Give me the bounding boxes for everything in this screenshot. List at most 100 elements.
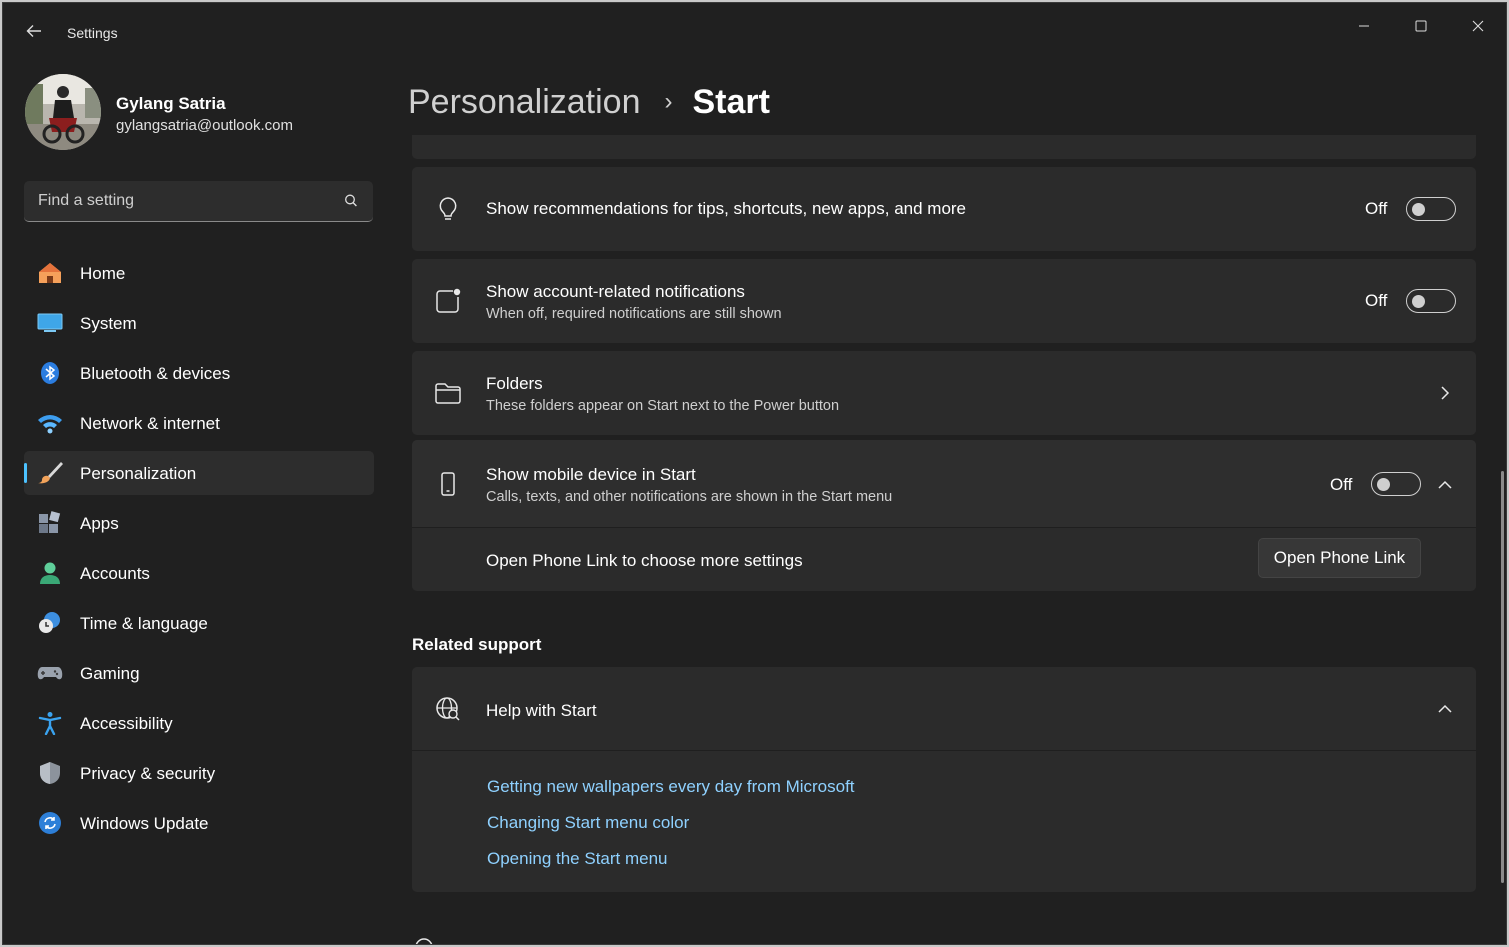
setting-title: Show recommendations for tips, shortcuts… [486, 199, 967, 218]
sidebar-nav: Home System Bluetooth & devices Network … [24, 251, 374, 851]
globe-search-icon [436, 697, 460, 721]
chevron-right-icon [1441, 386, 1450, 400]
toggle-state: Off [1365, 199, 1388, 218]
back-button[interactable] [19, 19, 49, 49]
toggle-knob [1412, 295, 1425, 308]
toggle-knob [1377, 478, 1390, 491]
back-arrow-icon [26, 25, 41, 37]
setting-folders[interactable]: Folders These folders appear on Start ne… [412, 351, 1476, 435]
help-link[interactable]: Changing Start menu color [487, 813, 689, 833]
help-with-start-expander: Help with Start Getting new wallpapers e… [412, 667, 1476, 892]
sidebar-item-label: Windows Update [80, 814, 209, 833]
avatar-photo-icon [25, 74, 101, 150]
apps-icon [39, 511, 61, 533]
setting-title: Folders [486, 374, 543, 393]
update-icon [39, 812, 61, 834]
setting-title: Show account-related notifications [486, 282, 745, 301]
controller-icon [37, 667, 63, 680]
phone-link-description: Open Phone Link to choose more settings [486, 551, 803, 570]
sidebar-item-label: Accounts [80, 564, 150, 583]
shield-icon [40, 762, 60, 784]
mobile-device-toggle[interactable] [1371, 472, 1421, 496]
breadcrumb-parent[interactable]: Personalization [408, 83, 640, 122]
avatar [25, 74, 101, 150]
sidebar-item-privacy-security[interactable]: Privacy & security [24, 751, 374, 795]
setting-account-notifications: Show account-related notifications When … [412, 259, 1476, 343]
help-link[interactable]: Opening the Start menu [487, 849, 668, 869]
lightbulb-icon [439, 197, 457, 220]
minimize-icon [1359, 25, 1369, 27]
sidebar-item-network-internet[interactable]: Network & internet [24, 401, 374, 445]
sidebar-item-label: Bluetooth & devices [80, 364, 231, 383]
settings-content: Show recommendations for tips, shortcuts… [412, 135, 1477, 944]
accessibility-icon [38, 712, 62, 735]
sidebar-item-label: Home [80, 264, 126, 283]
maximize-icon [1415, 20, 1427, 32]
sidebar-item-label: Time & language [80, 614, 208, 633]
setting-title: Show mobile device in Start [486, 465, 696, 484]
sidebar-item-apps[interactable]: Apps [24, 501, 374, 545]
divider [412, 527, 1476, 528]
open-phone-link-button[interactable]: Open Phone Link [1258, 538, 1421, 578]
close-button[interactable] [1455, 11, 1501, 41]
chevron-up-icon[interactable] [1437, 701, 1453, 717]
setting-subtitle: When off, required notifications are sti… [486, 306, 782, 322]
settings-window: Settings Gylang Satria gylangsatria@outl… [2, 2, 1507, 945]
chevron-up-icon[interactable] [1437, 477, 1453, 493]
wifi-icon [38, 415, 62, 434]
sidebar-item-accessibility[interactable]: Accessibility [24, 701, 374, 745]
sidebar-item-home[interactable]: Home [24, 251, 374, 295]
section-title: Related support [412, 635, 542, 654]
scrollbar-thumb[interactable] [1501, 471, 1504, 883]
page-title: Start [692, 82, 770, 121]
sidebar-item-accounts[interactable]: Accounts [24, 551, 374, 595]
sidebar-item-time-language[interactable]: Time & language [24, 601, 374, 645]
sidebar-item-system[interactable]: System [24, 301, 374, 345]
selection-indicator [24, 463, 27, 483]
minimize-button[interactable] [1341, 11, 1387, 41]
sidebar-item-label: Network & internet [80, 414, 220, 433]
sidebar-item-label: System [80, 314, 137, 333]
search-input[interactable]: Find a setting [24, 181, 373, 222]
clock-globe-icon [39, 612, 60, 633]
breadcrumb: Personalization › Start [408, 77, 770, 127]
user-email: gylangsatria@outlook.com [116, 117, 293, 134]
sidebar-item-label: Apps [80, 514, 119, 533]
sidebar-item-label: Personalization [80, 464, 197, 483]
recommendations-toggle[interactable] [1406, 197, 1456, 221]
sidebar-item-windows-update[interactable]: Windows Update [24, 801, 374, 845]
toggle-knob [1412, 203, 1425, 216]
app-title: Settings [67, 25, 118, 41]
search-icon [345, 194, 357, 207]
help-link[interactable]: Getting new wallpapers every day from Mi… [487, 777, 855, 797]
user-name: Gylang Satria [116, 94, 226, 113]
sidebar-item-label: Privacy & security [80, 764, 216, 783]
setting-mobile-device: Show mobile device in Start Calls, texts… [412, 440, 1476, 591]
sidebar-item-gaming[interactable]: Gaming [24, 651, 374, 695]
close-icon [1472, 20, 1484, 32]
sidebar-item-bluetooth-devices[interactable]: Bluetooth & devices [24, 351, 374, 395]
sidebar-item-label: Accessibility [80, 714, 173, 733]
system-icon [37, 313, 63, 332]
brush-icon [38, 462, 63, 484]
account-notifications-toggle[interactable] [1406, 289, 1456, 313]
accounts-icon [40, 562, 60, 584]
search-placeholder: Find a setting [38, 192, 135, 209]
maximize-button[interactable] [1398, 11, 1444, 41]
notification-badge-icon [436, 288, 461, 313]
expander-title: Help with Start [486, 701, 597, 720]
toggle-state: Off [1365, 291, 1388, 310]
phone-icon [441, 472, 455, 496]
sidebar-item-label: Gaming [80, 664, 140, 683]
user-profile[interactable]: Gylang Satria gylangsatria@outlook.com [25, 74, 385, 152]
title-bar: Settings [3, 3, 1506, 49]
bluetooth-icon [41, 362, 59, 384]
toggle-state: Off [1330, 475, 1353, 494]
breadcrumb-separator-icon: › [664, 88, 673, 115]
sidebar-item-personalization[interactable]: Personalization [24, 451, 374, 495]
divider [412, 750, 1476, 751]
home-icon [39, 263, 61, 283]
setting-recommendations: Show recommendations for tips, shortcuts… [412, 167, 1476, 251]
folder-icon [435, 383, 461, 404]
setting-card-scrolled [412, 135, 1476, 159]
